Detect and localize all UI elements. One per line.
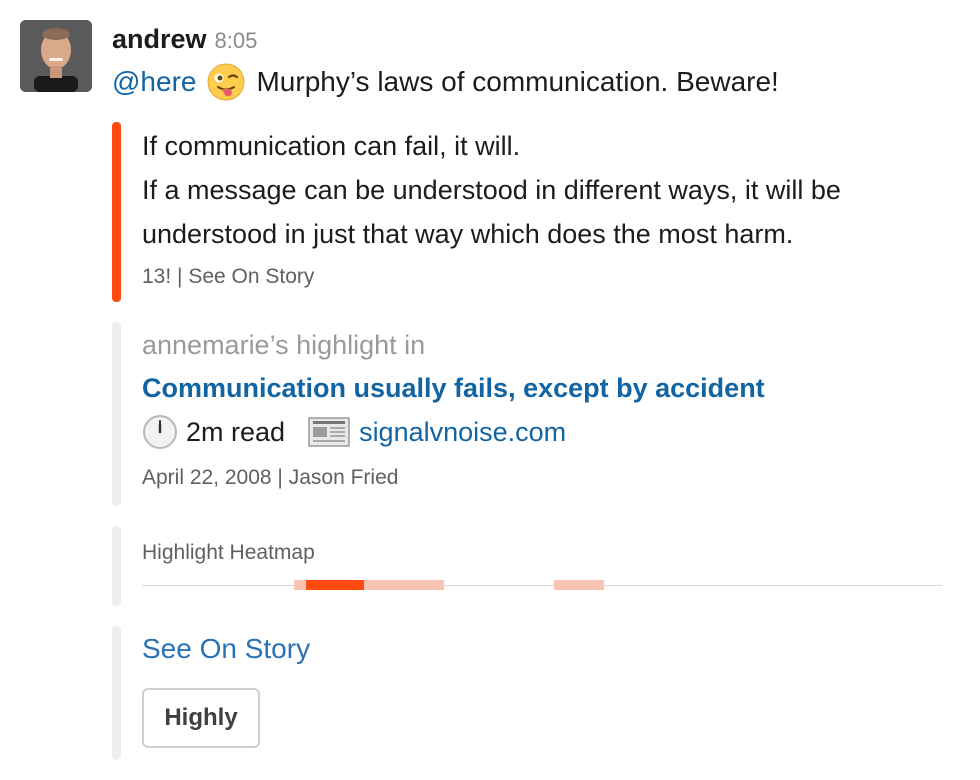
attachment-bar-heatmap <box>112 526 121 606</box>
heatmap-segment <box>294 580 306 590</box>
site-link[interactable]: signalvnoise.com <box>359 417 566 448</box>
message-header: andrew 8:05 <box>112 24 257 55</box>
quote-footer: 13! | See On Story <box>142 265 315 288</box>
article-meta: 2m read signalvnoise.com <box>142 414 566 450</box>
clock-icon <box>143 415 177 449</box>
quoted-highlight: If communication can fail, it will. If a… <box>142 124 942 256</box>
heatmap-baseline <box>142 585 942 586</box>
attachment-bar-actions <box>112 626 121 760</box>
see-on-story-link[interactable]: See On Story <box>142 633 310 665</box>
heatmap-segment <box>364 580 445 590</box>
highlight-heatmap <box>142 578 942 592</box>
message-body: Murphy’s laws of communication. Beware! <box>256 66 779 97</box>
winking-tongue-face-icon <box>207 63 245 101</box>
message-timestamp[interactable]: 8:05 <box>215 28 258 54</box>
heatmap-segment <box>554 580 605 590</box>
avatar[interactable] <box>20 20 92 92</box>
quote-line-2: If a message can be understood in differ… <box>142 175 841 249</box>
read-time: 2m read <box>186 416 286 447</box>
article-title-link[interactable]: Communication usually fails, except by a… <box>142 373 765 404</box>
author-name[interactable]: andrew <box>112 24 207 55</box>
attachment-bar-article <box>112 322 121 506</box>
highlight-pretext: annemarie’s highlight in <box>142 330 426 360</box>
avatar-photo <box>20 20 92 92</box>
heatmap-title: Highlight Heatmap <box>142 541 315 564</box>
newspaper-icon <box>308 417 350 447</box>
quote-line-1: If communication can fail, it will. <box>142 131 521 161</box>
highly-button[interactable]: Highly <box>142 688 260 748</box>
message-text: @here Murphy’s laws of communication. Be… <box>112 62 779 102</box>
attachment-accent-bar <box>112 122 121 302</box>
heatmap-segment <box>306 580 365 590</box>
article-date-author: April 22, 2008 | Jason Fried <box>142 466 399 489</box>
here-mention[interactable]: @here <box>112 66 196 98</box>
